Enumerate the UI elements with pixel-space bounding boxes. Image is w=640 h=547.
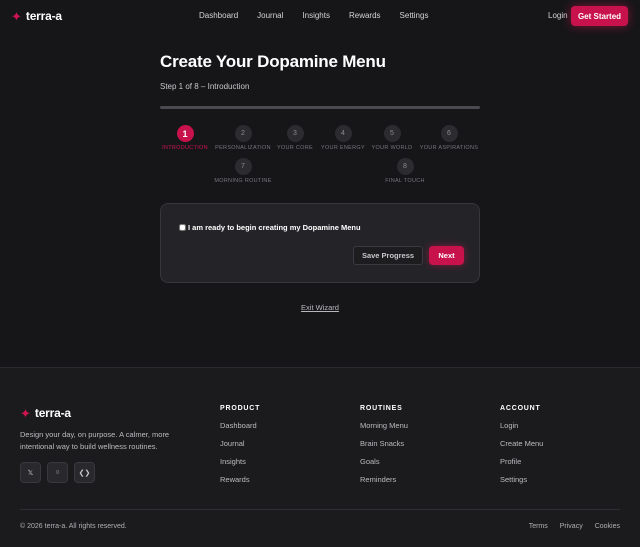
footer-link[interactable]: Create Menu — [500, 439, 543, 449]
site-footer: ✦ terra-a Design your day, on purpose. A… — [0, 367, 640, 547]
footer-column-routines: ROUTINES Morning Menu Brain Snacks Goals… — [360, 405, 408, 493]
step-number: 4 — [334, 125, 352, 142]
nav-links: Dashboard Journal Insights Rewards Setti… — [199, 11, 447, 20]
github-icon[interactable]: ○ — [47, 462, 68, 483]
footer-divider — [20, 509, 620, 510]
ready-checkbox[interactable] — [179, 224, 186, 231]
footer-link[interactable]: Brain Snacks — [360, 439, 408, 449]
code-icon[interactable]: ❮❯ — [74, 462, 95, 483]
social-links: 𝕏 ○ ❮❯ — [20, 462, 101, 483]
top-nav: ✦ terra-a Dashboard Journal Insights Rew… — [0, 0, 640, 31]
exit-wizard-link[interactable]: Exit Wizard — [301, 303, 339, 312]
login-link[interactable]: Login — [548, 11, 568, 20]
step-number: 5 — [383, 125, 401, 142]
footer-brand[interactable]: ✦ terra-a — [20, 406, 71, 420]
step-number: 6 — [440, 125, 458, 142]
step-morning-routine[interactable]: 7 MORNING ROUTINE — [203, 158, 283, 184]
footer-link[interactable]: Settings — [500, 475, 543, 485]
exit-wizard-container: Exit Wizard — [0, 297, 640, 315]
nav-link-settings[interactable]: Settings — [400, 11, 429, 20]
nav-link-dashboard[interactable]: Dashboard — [199, 11, 238, 20]
get-started-button[interactable]: Get Started — [571, 6, 628, 26]
step-final-touch[interactable]: 8 FINAL TOUCH — [365, 158, 445, 184]
footer-link[interactable]: Profile — [500, 457, 543, 467]
step-indicator-text: Step 1 of 8 – Introduction — [160, 82, 250, 91]
step-number: 2 — [234, 125, 252, 142]
footer-link[interactable]: Login — [500, 421, 543, 431]
step-number: 1 — [176, 125, 194, 142]
nav-link-rewards[interactable]: Rewards — [349, 11, 381, 20]
x-icon[interactable]: 𝕏 — [20, 462, 41, 483]
legal-links: Terms Privacy Cookies — [517, 523, 620, 530]
footer-column-title: ACCOUNT — [500, 405, 541, 412]
step-label: FINAL TOUCH — [385, 178, 425, 184]
step-number: 7 — [234, 158, 252, 175]
nav-link-journal[interactable]: Journal — [257, 11, 283, 20]
footer-column-account: ACCOUNT Login Create Menu Profile Settin… — [500, 405, 543, 493]
brand-logo[interactable]: ✦ terra-a — [11, 9, 62, 23]
footer-link[interactable]: Reminders — [360, 475, 408, 485]
sparkle-icon: ✦ — [20, 405, 31, 421]
step-number: 8 — [396, 158, 414, 175]
next-button[interactable]: Next — [429, 246, 464, 265]
footer-link[interactable]: Rewards — [220, 475, 260, 485]
nav-link-insights[interactable]: Insights — [302, 11, 330, 20]
footer-link[interactable]: Dashboard — [220, 421, 260, 431]
privacy-link[interactable]: Privacy — [560, 523, 583, 530]
footer-link[interactable]: Insights — [220, 457, 260, 467]
footer-column-product: PRODUCT Dashboard Journal Insights Rewar… — [220, 405, 260, 493]
page-title: Create Your Dopamine Menu — [160, 52, 386, 71]
footer-brand-name: terra-a — [34, 406, 71, 420]
wizard-progress-bar — [160, 106, 480, 109]
step-number: 3 — [286, 125, 304, 142]
step-label: YOUR ASPIRATIONS — [419, 145, 479, 151]
brand-name: terra-a — [25, 9, 62, 23]
save-progress-button[interactable]: Save Progress — [353, 246, 423, 265]
footer-column-title: PRODUCT — [220, 405, 261, 412]
cookies-link[interactable]: Cookies — [595, 523, 620, 530]
footer-link[interactable]: Morning Menu — [360, 421, 408, 431]
footer-link[interactable]: Goals — [360, 457, 408, 467]
wizard-card: I am ready to begin creating my Dopamine… — [160, 203, 480, 283]
ready-checkbox-row[interactable]: I am ready to begin creating my Dopamine… — [179, 223, 361, 232]
footer-tagline: Design your day, on purpose. A calmer, m… — [20, 430, 170, 451]
step-label: MORNING ROUTINE — [214, 178, 272, 184]
footer-column-title: ROUTINES — [360, 405, 403, 412]
ready-checkbox-label: I am ready to begin creating my Dopamine… — [188, 223, 361, 232]
sparkle-icon: ✦ — [11, 8, 22, 24]
step-your-aspirations[interactable]: 6 YOUR ASPIRATIONS — [409, 125, 489, 151]
terms-link[interactable]: Terms — [529, 523, 548, 530]
footer-link[interactable]: Journal — [220, 439, 260, 449]
copyright-text: © 2026 terra-a. All rights reserved. — [20, 523, 127, 530]
